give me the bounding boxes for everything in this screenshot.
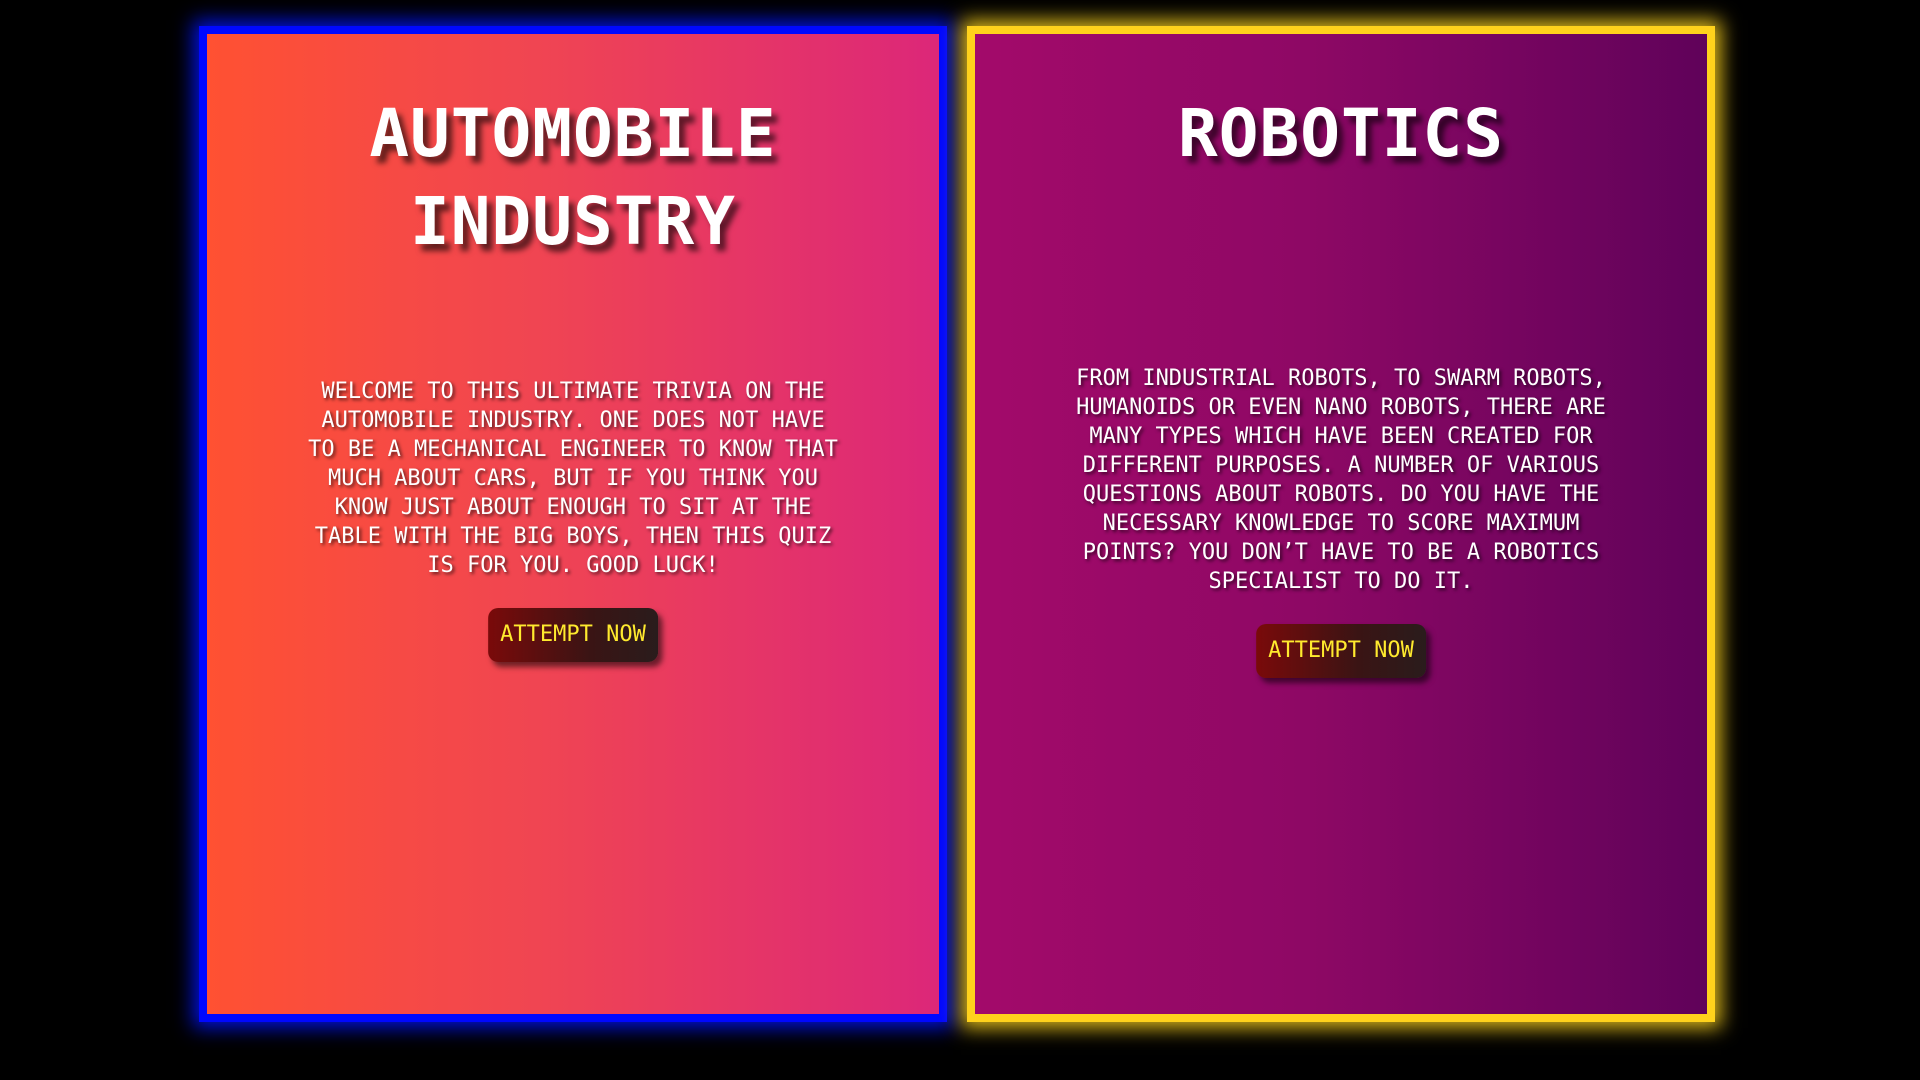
attempt-now-button-robotics[interactable]: ATTEMPT NOW: [1256, 624, 1426, 678]
quiz-card-automobile: AUTOMOBILE INDUSTRY WELCOME TO THIS ULTI…: [199, 26, 947, 1022]
quiz-title: ROBOTICS: [1178, 95, 1504, 172]
attempt-now-button-automobile[interactable]: ATTEMPT NOW: [488, 608, 658, 662]
quiz-description: FROM INDUSTRIAL ROBOTS, TO SWARM ROBOTS,…: [1076, 366, 1606, 594]
quiz-title: AUTOMOBILE INDUSTRY: [369, 95, 777, 260]
quiz-card-robotics: ROBOTICS FROM INDUSTRIAL ROBOTS, TO SWAR…: [967, 26, 1715, 1022]
quiz-description: WELCOME TO THIS ULTIMATE TRIVIA ON THE A…: [308, 379, 838, 578]
quiz-selection-page: AUTOMOBILE INDUSTRY WELCOME TO THIS ULTI…: [0, 0, 1920, 1080]
